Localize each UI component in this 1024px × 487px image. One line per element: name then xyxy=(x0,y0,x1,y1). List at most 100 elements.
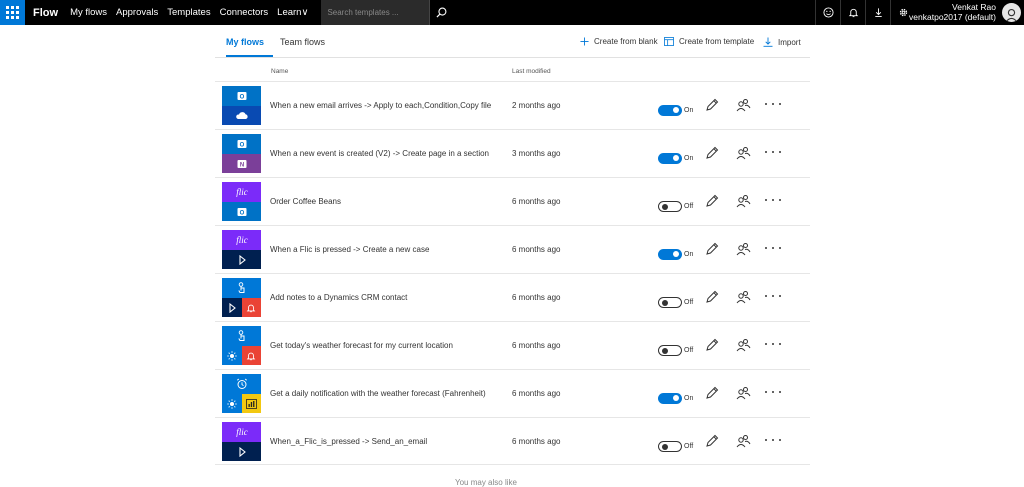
share-users-icon xyxy=(736,243,751,256)
flow-name[interactable]: Order Coffee Beans xyxy=(270,197,341,206)
table-row[interactable]: O When a new email arrives -> Apply to e… xyxy=(215,81,810,129)
brand-logo[interactable]: Flow xyxy=(33,7,58,19)
more-icon xyxy=(765,151,767,153)
pencil-icon xyxy=(706,434,719,447)
flow-name[interactable]: Add notes to a Dynamics CRM contact xyxy=(270,293,407,302)
import-label: Import xyxy=(778,37,801,47)
more-options-button[interactable] xyxy=(765,291,781,301)
toggle-label: On xyxy=(684,155,694,162)
share-button[interactable] xyxy=(735,97,751,113)
flow-list: O When a new email arrives -> Apply to e… xyxy=(215,81,810,465)
column-header-modified[interactable]: Last modified xyxy=(512,68,551,75)
flow-name[interactable]: When a new event is created (V2) -> Crea… xyxy=(270,149,489,158)
table-row[interactable]: Get a daily notification with the weathe… xyxy=(215,369,810,417)
tab-team-flows[interactable]: Team flows xyxy=(280,37,325,47)
edit-button[interactable] xyxy=(704,433,720,449)
flow-modified: 3 months ago xyxy=(512,149,561,158)
flow-name[interactable]: When a new email arrives -> Apply to eac… xyxy=(270,101,491,110)
more-options-button[interactable] xyxy=(765,243,781,253)
more-options-button[interactable] xyxy=(765,195,781,205)
edit-button[interactable] xyxy=(704,193,720,209)
edit-button[interactable] xyxy=(704,241,720,257)
import-button[interactable]: Import xyxy=(763,37,801,47)
more-options-button[interactable] xyxy=(765,387,781,397)
flow-toggle[interactable] xyxy=(658,393,682,404)
nav-approvals[interactable]: Approvals xyxy=(116,7,158,18)
flow-name[interactable]: Get today's weather forecast for my curr… xyxy=(270,341,453,350)
nav-my-flows[interactable]: My flows xyxy=(70,7,107,18)
flow-modified: 2 months ago xyxy=(512,101,561,110)
share-users-icon xyxy=(736,147,751,160)
table-row[interactable]: flic O Order Coffee Beans 6 months ago O… xyxy=(215,177,810,225)
more-options-button[interactable] xyxy=(765,99,781,109)
touch-icon xyxy=(237,282,244,293)
create-from-template-button[interactable]: Create from template xyxy=(664,37,754,46)
tab-my-flows[interactable]: My flows xyxy=(226,37,264,47)
share-button[interactable] xyxy=(735,145,751,161)
flow-name[interactable]: When a Flic is pressed -> Create a new c… xyxy=(270,245,429,254)
schedule-connector xyxy=(222,374,261,394)
share-users-icon xyxy=(736,291,751,304)
share-button[interactable] xyxy=(735,289,751,305)
flow-modified: 6 months ago xyxy=(512,389,561,398)
flow-toggle[interactable] xyxy=(658,297,682,308)
column-header-name[interactable]: Name xyxy=(271,68,288,75)
share-button[interactable] xyxy=(735,433,751,449)
app-launcher-button[interactable] xyxy=(0,0,25,25)
toggle-label: On xyxy=(684,251,694,258)
weather-connector xyxy=(222,346,242,365)
more-options-button[interactable] xyxy=(765,339,781,349)
share-button[interactable] xyxy=(735,193,751,209)
toggle-label: On xyxy=(684,395,694,402)
flow-toggle[interactable] xyxy=(658,201,682,212)
share-users-icon xyxy=(736,99,751,112)
flow-toggle[interactable] xyxy=(658,249,682,260)
svg-text:O: O xyxy=(239,94,244,100)
alarm-clock-icon xyxy=(236,378,247,389)
notifications-button[interactable] xyxy=(840,0,865,25)
more-options-button[interactable] xyxy=(765,147,781,157)
share-button[interactable] xyxy=(735,337,751,353)
table-row[interactable]: flic When a Flic is pressed -> Create a … xyxy=(215,225,810,273)
button-trigger-connector xyxy=(222,278,261,298)
share-button[interactable] xyxy=(735,241,751,257)
table-row[interactable]: flic When_a_Flic_is_pressed -> Send_an_e… xyxy=(215,417,810,465)
nav-connectors[interactable]: Connectors xyxy=(220,7,269,18)
edit-button[interactable] xyxy=(704,145,720,161)
search-box xyxy=(321,0,454,25)
edit-button[interactable] xyxy=(704,337,720,353)
connector-thumbnail: flic O xyxy=(222,182,261,221)
nav-templates[interactable]: Templates xyxy=(167,7,210,18)
share-button[interactable] xyxy=(735,385,751,401)
create-from-template-label: Create from template xyxy=(679,37,755,46)
user-name: Venkat Rao xyxy=(952,2,996,12)
table-row[interactable]: O N When a new event is created (V2) -> … xyxy=(215,129,810,177)
share-users-icon xyxy=(736,387,751,400)
avatar[interactable] xyxy=(1002,3,1021,22)
more-icon xyxy=(765,295,767,297)
flow-name[interactable]: When_a_Flic_is_pressed -> Send_an_email xyxy=(270,437,427,446)
table-row[interactable]: Get today's weather forecast for my curr… xyxy=(215,321,810,369)
flic-connector: flic xyxy=(222,422,261,442)
flow-toggle[interactable] xyxy=(658,105,682,116)
search-input[interactable] xyxy=(321,8,430,17)
user-info[interactable]: Venkat Rao venkatpo2017 (default) xyxy=(909,2,996,22)
flow-toggle[interactable] xyxy=(658,345,682,356)
edit-button[interactable] xyxy=(704,97,720,113)
edit-button[interactable] xyxy=(704,385,720,401)
edit-button[interactable] xyxy=(704,289,720,305)
create-from-blank-label: Create from blank xyxy=(594,37,658,46)
flow-name[interactable]: Get a daily notification with the weathe… xyxy=(270,389,486,398)
toggle-label: Off xyxy=(684,443,694,450)
flow-toggle[interactable] xyxy=(658,153,682,164)
connector-thumbnail xyxy=(222,326,261,365)
feedback-button[interactable] xyxy=(815,0,840,25)
table-row[interactable]: Add notes to a Dynamics CRM contact 6 mo… xyxy=(215,273,810,321)
search-button[interactable] xyxy=(429,0,454,25)
nav-learn[interactable]: Learn∨ xyxy=(277,7,308,18)
create-from-blank-button[interactable]: Create from blank xyxy=(580,37,658,46)
plus-icon xyxy=(580,37,589,46)
flow-toggle[interactable] xyxy=(658,441,682,452)
more-options-button[interactable] xyxy=(765,435,781,445)
download-button[interactable] xyxy=(865,0,890,25)
